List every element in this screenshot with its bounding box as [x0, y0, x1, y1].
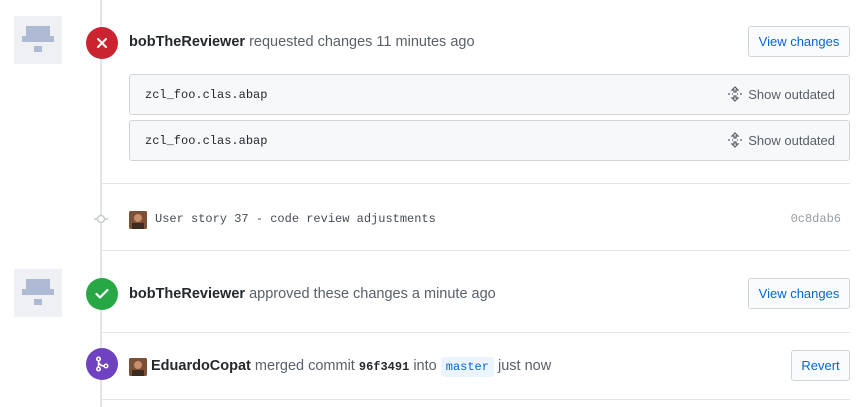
- unfold-icon: [728, 132, 743, 148]
- review-file-box: zcl_foo.clas.abap Show outdated: [129, 120, 850, 161]
- divider: [100, 183, 850, 184]
- revert-button[interactable]: Revert: [791, 350, 850, 381]
- show-outdated-label: Show outdated: [748, 86, 835, 102]
- show-outdated-button[interactable]: Show outdated: [727, 86, 835, 102]
- divider: [100, 250, 850, 251]
- unfold-icon: [728, 86, 743, 102]
- review1-action: requested changes 11 minutes ago: [249, 34, 475, 50]
- approved-badge: [86, 278, 118, 310]
- branch-name[interactable]: master: [440, 357, 494, 377]
- commit-message[interactable]: User story 37 - code review adjustments: [155, 212, 436, 226]
- merge-commit-sha[interactable]: 96f3491: [359, 360, 409, 374]
- merge-text-before: merged commit: [254, 358, 355, 374]
- file-name[interactable]: zcl_foo.clas.abap: [145, 134, 267, 148]
- timeline-line: [100, 0, 102, 407]
- merge-author-avatar[interactable]: [129, 358, 147, 376]
- file-name[interactable]: zcl_foo.clas.abap: [145, 88, 267, 102]
- commit-sha[interactable]: 0c8dab6: [791, 212, 841, 226]
- review-file-box: zcl_foo.clas.abap Show outdated: [129, 74, 850, 115]
- review2-author[interactable]: bobTheReviewer: [129, 286, 245, 302]
- review2-action: approved these changes a minute ago: [249, 286, 496, 302]
- changes-requested-badge: [86, 27, 118, 59]
- review1-author[interactable]: bobTheReviewer: [129, 34, 245, 50]
- merge-text-into: into: [413, 358, 437, 374]
- view-changes-button[interactable]: View changes: [748, 278, 850, 309]
- merge-text: EduardoCopat merged commit 96f3491 into …: [151, 357, 552, 377]
- view-changes-button[interactable]: View changes: [748, 26, 850, 57]
- merge-time: just now: [498, 358, 552, 374]
- review2-text: bobTheReviewer approved these changes a …: [129, 286, 496, 302]
- merge-author[interactable]: EduardoCopat: [151, 358, 251, 374]
- commit-icon: [94, 214, 108, 224]
- show-outdated-label: Show outdated: [748, 132, 835, 148]
- show-outdated-button[interactable]: Show outdated: [727, 132, 835, 148]
- x-icon: [97, 38, 107, 48]
- avatar-bob[interactable]: [14, 16, 62, 64]
- commit-author-avatar[interactable]: [129, 211, 147, 229]
- merged-badge: [86, 348, 118, 380]
- avatar-bob[interactable]: [14, 269, 62, 317]
- divider: [100, 399, 850, 400]
- divider: [100, 332, 850, 333]
- check-icon: [95, 288, 109, 299]
- git-merge-icon: [95, 356, 109, 372]
- review1-text: bobTheReviewer requested changes 11 minu…: [129, 34, 475, 50]
